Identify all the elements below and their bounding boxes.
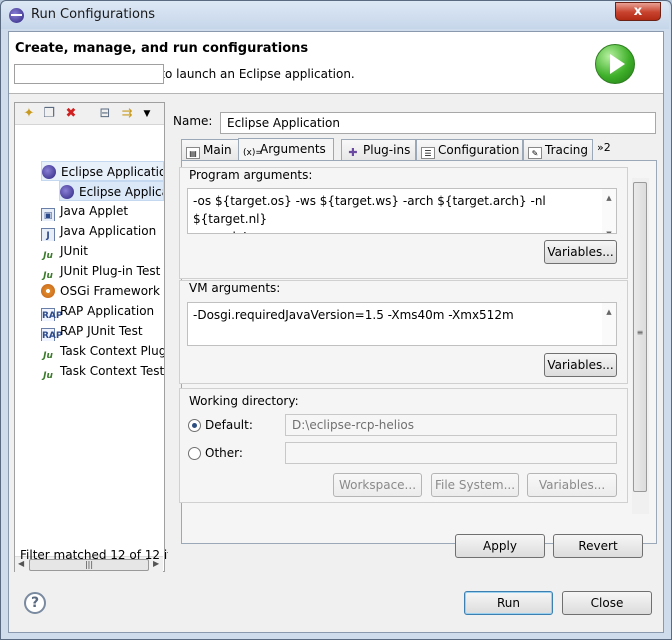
apply-button[interactable]: Apply — [455, 534, 545, 558]
tab-configuration[interactable]: ☰ Configuration — [416, 139, 523, 161]
junit-plugin-icon: Ju — [43, 271, 53, 281]
tree-item-label: OSGi Framework — [60, 284, 160, 298]
tab-label: Arguments — [260, 142, 326, 156]
tab-label: Main — [203, 143, 232, 157]
default-directory-field: D:\eclipse-rcp-helios — [285, 414, 617, 436]
title-bar[interactable]: Run Configurations x — [1, 1, 669, 29]
program-variables-button[interactable]: Variables... — [544, 240, 617, 264]
scrollbar-thumb[interactable]: ≡ — [633, 182, 647, 492]
other-label: Other: — [205, 446, 243, 460]
close-button[interactable]: Close — [562, 591, 652, 615]
other-directory-field — [285, 442, 617, 464]
tree-item-java-applet[interactable]: ▣ Java Applet — [41, 201, 164, 221]
tree-item-osgi-framework[interactable]: OSGi Framework — [41, 281, 164, 301]
tab-plugins[interactable]: ✚ Plug-ins — [341, 139, 416, 161]
tree-item-label: JUnit Plug-in Test — [60, 264, 161, 278]
name-label: Name: — [173, 114, 213, 128]
tree-item-label: Task Context Plug-in Test — [60, 344, 164, 358]
task-context-icon: Ju — [43, 371, 53, 381]
program-arguments-text: -os ${target.os} -ws ${target.ws} -arch … — [193, 194, 546, 233]
vm-variables-button[interactable]: Variables... — [544, 353, 617, 377]
default-radio[interactable] — [188, 419, 201, 432]
applet-icon: ▣ — [41, 208, 55, 221]
tab-label: Configuration — [438, 143, 520, 157]
delete-icon[interactable]: ✖ — [63, 106, 79, 122]
tab-label: Tracing — [545, 143, 589, 157]
osgi-icon — [41, 284, 55, 298]
tree-item-task-context-test[interactable]: Ju Task Context Test — [41, 361, 164, 381]
tab-main[interactable]: ▤ Main — [181, 139, 239, 161]
tree-item-label: Eclipse Application — [79, 185, 163, 199]
tree-item-label: Java Application — [60, 224, 157, 238]
revert-button[interactable]: Revert — [553, 534, 643, 558]
run-button[interactable]: Run — [464, 591, 553, 615]
filter-icon[interactable]: ⇉ — [119, 106, 135, 122]
plugins-tab-icon: ✚ — [348, 146, 358, 159]
tabs-overflow-button[interactable]: »2 — [597, 141, 611, 154]
other-radio[interactable] — [188, 447, 201, 460]
java-app-icon: J — [41, 228, 55, 241]
tree-item-eclipse-application-child[interactable]: Eclipse Application — [59, 181, 164, 201]
vm-arguments-text: -Dosgi.requiredJavaVersion=1.5 -Xms40m -… — [193, 308, 514, 322]
junit-icon: Ju — [43, 251, 53, 261]
window-title: Run Configurations — [31, 7, 155, 22]
tree-item-label: RAP JUnit Test — [60, 324, 143, 338]
content-vertical-scrollbar[interactable]: ≡ — [632, 178, 649, 514]
tree-item-junit[interactable]: Ju JUnit — [41, 241, 164, 261]
eclipse-icon — [60, 185, 74, 199]
window-close-button[interactable]: x — [615, 2, 661, 21]
header-title: Create, manage, and run configurations — [15, 41, 309, 56]
menu-dropdown-icon[interactable]: ▼ — [139, 106, 155, 122]
tab-tracing[interactable]: ✎ Tracing — [523, 139, 593, 161]
tree-toolbar: ✦ ❐ ✖ ⊟ ⇉ ▼ — [15, 103, 164, 125]
task-context-icon: Ju — [43, 351, 53, 361]
tree-item-label: JUnit — [60, 244, 88, 258]
new-config-icon[interactable]: ✦ — [21, 106, 37, 122]
filesystem-button[interactable]: File System... — [431, 473, 519, 497]
filter-status: Filter matched 12 of 12 items — [20, 548, 168, 562]
vm-arguments-label: VM arguments: — [189, 281, 281, 295]
tree-item-label: RAP Application — [60, 304, 155, 318]
working-directory-label: Working directory: — [189, 394, 299, 408]
program-arguments-textarea[interactable]: -os ${target.os} -ws ${target.ws} -arch … — [187, 188, 617, 234]
main-tab-icon: ▤ — [186, 147, 200, 159]
tab-arguments[interactable]: (x)=Arguments — [238, 138, 334, 162]
textarea-scrollbar[interactable]: ▲▼ — [602, 303, 616, 345]
dialog-header: Create, manage, and run configurations C… — [9, 32, 663, 94]
duplicate-icon[interactable]: ❐ — [41, 106, 57, 122]
arguments-tab-icon: (x)= — [243, 148, 263, 158]
collapse-all-icon[interactable]: ⊟ — [97, 106, 113, 122]
default-label: Default: — [205, 418, 253, 432]
tree-item-junit-plugin-test[interactable]: Ju JUnit Plug-in Test — [41, 261, 164, 281]
tree-item-label: Java Applet — [60, 204, 129, 218]
tree-item-java-application[interactable]: J Java Application — [41, 221, 164, 241]
workspace-button[interactable]: Workspace... — [333, 473, 422, 497]
tree-item-task-context-plugin-test[interactable]: Ju Task Context Plug-in Test — [41, 341, 164, 361]
tree-item-label: Eclipse Application — [61, 165, 164, 179]
rap-junit-icon: RAP — [41, 328, 63, 341]
tree-item-rap-application[interactable]: RAPRAP Application — [41, 301, 164, 321]
configuration-tab-icon: ☰ — [421, 147, 435, 159]
config-tabs: ▤ Main (x)=Arguments ✚ Plug-ins ☰ Configura… — [181, 138, 657, 162]
tree-item-label: Task Context Test — [60, 364, 164, 378]
tab-label: Plug-ins — [363, 143, 411, 157]
tree-item-eclipse-application[interactable]: Eclipse Application — [41, 161, 164, 181]
program-arguments-label: Program arguments: — [189, 168, 313, 182]
rap-icon: RAP — [41, 308, 63, 321]
vm-arguments-textarea[interactable]: -Dosgi.requiredJavaVersion=1.5 -Xms40m -… — [187, 302, 617, 346]
working-directory-variables-button[interactable]: Variables... — [527, 473, 617, 497]
filter-input[interactable] — [14, 64, 164, 84]
help-icon[interactable]: ? — [24, 592, 46, 614]
tree-item-rap-junit-test[interactable]: RAPRAP JUnit Test — [41, 321, 164, 341]
textarea-scrollbar[interactable]: ▲▼ — [602, 189, 616, 233]
dialog-body: Create, manage, and run configurations C… — [8, 31, 664, 633]
eclipse-icon — [9, 8, 24, 23]
run-banner-icon — [595, 44, 635, 84]
name-input[interactable]: Eclipse Application — [220, 112, 656, 134]
eclipse-icon — [42, 165, 56, 179]
tracing-tab-icon: ✎ — [528, 147, 542, 159]
